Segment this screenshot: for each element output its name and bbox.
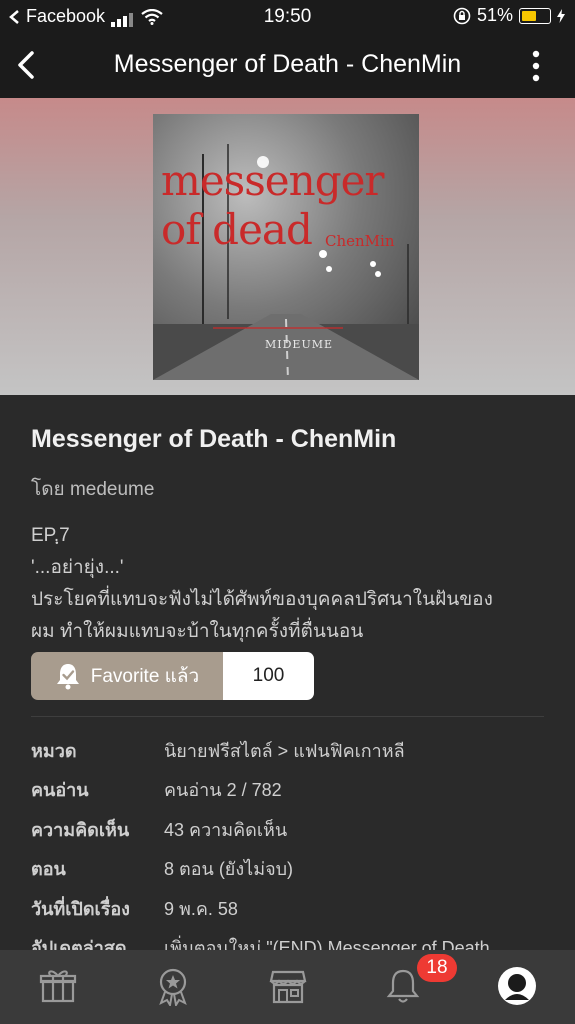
page-title: Messenger of Death - ChenMin	[113, 50, 462, 78]
info-label: ตอน	[31, 859, 66, 879]
rotation-lock-icon	[453, 7, 471, 24]
info-label: หมวด	[31, 741, 77, 761]
cover-author-text: ChenMin	[325, 232, 395, 250]
favorite-button[interactable]: Favorite แล้ว	[31, 652, 223, 700]
charging-icon	[557, 8, 565, 23]
description-line: '...อย่ายุ่ง...'	[31, 557, 124, 578]
cover-banner: messenger of dead ChenMin MIDEUME	[0, 98, 575, 395]
more-options-icon[interactable]	[531, 50, 541, 82]
divider	[31, 716, 544, 717]
info-row-episodes: ตอน 8 ตอน (ยังไม่จบ)	[31, 854, 551, 880]
notification-badge: 18	[417, 954, 457, 982]
info-row-category: หมวด นิยายฟรีสไตล์ > แฟนฟิคเกาหลี	[31, 736, 551, 762]
favorite-label: Favorite แล้ว	[90, 666, 200, 687]
gift-icon[interactable]	[38, 966, 78, 1006]
battery-percent: 51%	[476, 5, 513, 25]
description-line: ผม ทำให้ผมแทบจะบ้าในทุกครั้งที่ตื่นนอน	[31, 621, 364, 642]
info-label: วันที่เปิดเรื่อง	[31, 899, 130, 919]
description-line: ประโยคที่แทบจะฟังไม่ได้ศัพท์ของบุคคลปริศ…	[31, 589, 493, 610]
info-value[interactable]: นิยายฟรีสไตล์ > แฟนฟิคเกาหลี	[164, 736, 405, 765]
info-row-readers: คนอ่าน คนอ่าน 2 / 782	[31, 775, 551, 801]
profile-icon[interactable]	[497, 966, 537, 1006]
status-right: 51%	[453, 5, 565, 26]
info-value: 9 พ.ค. 58	[164, 899, 238, 919]
info-value[interactable]: เพิ่มตอนใหม่ "(END) Messenger of Death	[164, 933, 490, 950]
story-title: Messenger of Death - ChenMin	[31, 425, 397, 453]
favorite-group: Favorite แล้ว 100	[31, 652, 314, 700]
info-row-comments: ความคิดเห็น 43 ความคิดเห็น	[31, 815, 551, 841]
story-author[interactable]: โดย medeume	[31, 474, 154, 504]
cover-signature-text: MIDEUME	[265, 338, 334, 351]
status-bar: Facebook 19:50 51%	[0, 0, 575, 32]
bell-check-icon	[56, 664, 79, 690]
description-line: EP.ฺ7	[31, 525, 70, 546]
favorite-count: 100	[223, 652, 314, 700]
info-value: 8 ตอน (ยังไม่จบ)	[164, 859, 294, 879]
story-description: EP.ฺ7 '...อย่ายุ่ง...' ประโยคที่แทบจะฟัง…	[31, 520, 551, 648]
store-icon[interactable]	[268, 966, 308, 1006]
bottom-tab-bar: 18	[0, 950, 575, 1024]
info-value: คนอ่าน 2 / 782	[164, 780, 282, 800]
story-details: Messenger of Death - ChenMin โดย medeume…	[0, 395, 575, 950]
info-label: ความคิดเห็น	[31, 820, 130, 840]
cover-image[interactable]: messenger of dead ChenMin MIDEUME	[153, 114, 419, 380]
info-row-open-date: วันที่เปิดเรื่อง 9 พ.ค. 58	[31, 894, 551, 920]
info-value[interactable]: 43 ความคิดเห็น	[164, 815, 287, 844]
info-label: อัปเดตล่าสุด	[31, 938, 127, 950]
info-row-last-update: อัปเดตล่าสุด เพิ่มตอนใหม่ "(END) Messeng…	[31, 933, 551, 950]
nav-bar: Messenger of Death - ChenMin	[0, 32, 575, 98]
battery-icon	[519, 7, 551, 24]
info-label: คนอ่าน	[31, 780, 89, 800]
award-icon[interactable]	[153, 966, 193, 1006]
